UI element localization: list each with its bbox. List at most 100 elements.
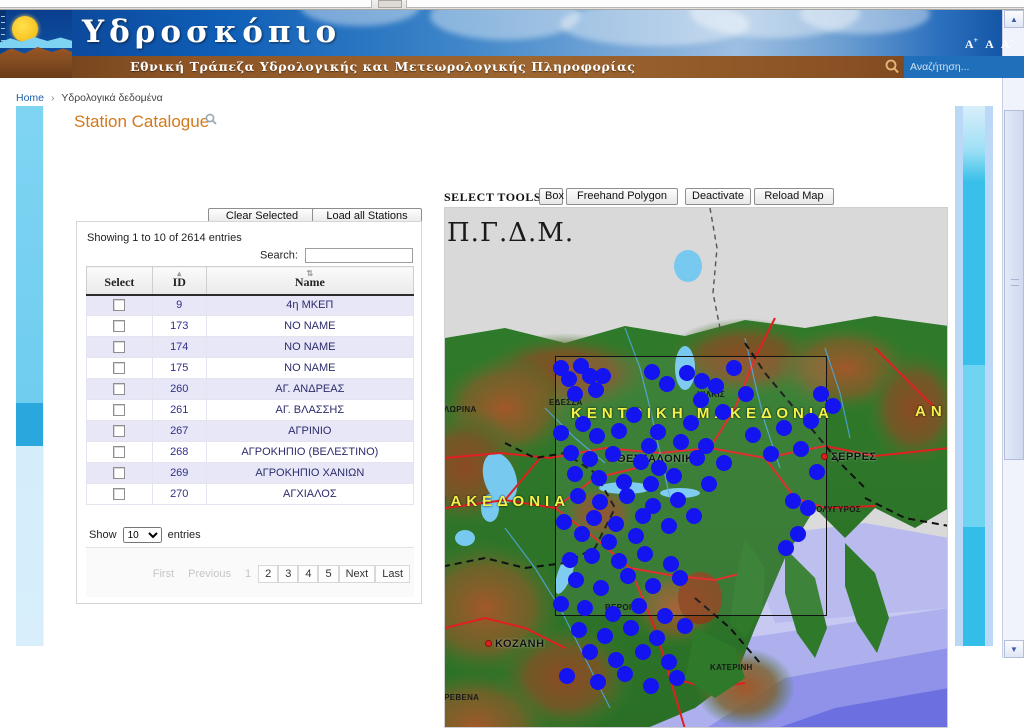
map-station-marker[interactable]: [686, 508, 702, 524]
map-station-marker[interactable]: [643, 678, 659, 694]
font-normal-button[interactable]: A: [985, 37, 994, 52]
map-station-marker[interactable]: [693, 392, 709, 408]
row-select-cell[interactable]: [86, 483, 153, 505]
map-station-marker[interactable]: [617, 666, 633, 682]
map-station-marker[interactable]: [553, 596, 569, 612]
column-header-name[interactable]: ⇅ Name: [205, 266, 415, 296]
map-station-marker[interactable]: [628, 528, 644, 544]
row-select-cell[interactable]: [86, 378, 153, 400]
map-station-marker[interactable]: [584, 548, 600, 564]
pagination-page-5-button[interactable]: 5: [318, 565, 339, 583]
map-station-marker[interactable]: [590, 674, 606, 690]
map-station-marker[interactable]: [645, 578, 661, 594]
table-search-input[interactable]: [305, 248, 413, 263]
row-select-checkbox[interactable]: [113, 299, 126, 312]
map-station-marker[interactable]: [790, 526, 806, 542]
row-select-checkbox[interactable]: [113, 362, 126, 375]
map-station-marker[interactable]: [597, 628, 613, 644]
map-station-marker[interactable]: [659, 376, 675, 392]
table-row[interactable]: 261 ΑΓ. ΒΛΑΣΣΗΣ: [86, 399, 415, 421]
map-station-marker[interactable]: [726, 360, 742, 376]
map-station-marker[interactable]: [608, 516, 624, 532]
select-tool-freehand-polygon-button[interactable]: Freehand Polygon: [566, 188, 678, 205]
map-station-marker[interactable]: [644, 364, 660, 380]
map-station-marker[interactable]: [657, 608, 673, 624]
map-station-marker[interactable]: [763, 446, 779, 462]
map-station-marker[interactable]: [715, 404, 731, 420]
map-station-marker[interactable]: [605, 606, 621, 622]
row-select-checkbox[interactable]: [113, 341, 126, 354]
row-select-checkbox[interactable]: [113, 425, 126, 438]
entries-per-page-select[interactable]: 102550100: [122, 527, 162, 543]
map-station-marker[interactable]: [683, 415, 699, 431]
map-station-marker[interactable]: [708, 378, 724, 394]
row-select-checkbox[interactable]: [113, 467, 126, 480]
select-tool-box-button[interactable]: Box: [539, 188, 564, 205]
map-station-marker[interactable]: [803, 413, 819, 429]
map-station-marker[interactable]: [601, 534, 617, 550]
browser-toolbar-button[interactable]: [378, 0, 402, 8]
map-station-marker[interactable]: [582, 451, 598, 467]
map-station-marker[interactable]: [778, 540, 794, 556]
map-station-marker[interactable]: [626, 407, 642, 423]
row-select-cell[interactable]: [86, 462, 153, 484]
pagination-last-button[interactable]: Last: [375, 565, 410, 583]
table-row[interactable]: 268 ΑΓΡΟΚΗΠΙΟ (ΒΕΛΕΣΤΙΝΟ): [86, 441, 415, 463]
map-station-marker[interactable]: [745, 427, 761, 443]
map-station-marker[interactable]: [574, 526, 590, 542]
row-select-cell[interactable]: [86, 399, 153, 421]
map-station-marker[interactable]: [701, 476, 717, 492]
page-scrollbar[interactable]: ▲ ▼: [1002, 10, 1024, 658]
map-station-marker[interactable]: [633, 454, 649, 470]
pagination-page-3-button[interactable]: 3: [278, 565, 299, 583]
map-station-marker[interactable]: [677, 618, 693, 634]
map-station-marker[interactable]: [738, 386, 754, 402]
map-station-marker[interactable]: [589, 428, 605, 444]
map-station-marker[interactable]: [669, 670, 685, 686]
map-station-marker[interactable]: [637, 546, 653, 562]
title-search-icon[interactable]: [204, 112, 218, 131]
row-select-checkbox[interactable]: [113, 446, 126, 459]
map-station-marker[interactable]: [649, 630, 665, 646]
select-tool-deactivate-button[interactable]: Deactivate: [685, 188, 751, 205]
row-select-checkbox[interactable]: [113, 488, 126, 501]
map-station-marker[interactable]: [611, 423, 627, 439]
map-station-marker[interactable]: [620, 568, 636, 584]
browser-toolbar-strip[interactable]: [406, 0, 1024, 8]
row-select-cell[interactable]: [86, 420, 153, 442]
pagination-next-button[interactable]: Next: [338, 565, 376, 583]
breadcrumb-home-link[interactable]: Home: [16, 92, 44, 104]
map-station-marker[interactable]: [605, 446, 621, 462]
map-station-marker[interactable]: [611, 553, 627, 569]
row-select-cell[interactable]: [86, 441, 153, 463]
map-station-marker[interactable]: [559, 668, 575, 684]
table-row[interactable]: 174 NO NAME: [86, 336, 415, 358]
row-select-checkbox[interactable]: [113, 404, 126, 417]
pagination-page-2-button[interactable]: 2: [258, 565, 279, 583]
map-station-marker[interactable]: [553, 425, 569, 441]
row-select-checkbox[interactable]: [113, 320, 126, 333]
map-station-marker[interactable]: [556, 514, 572, 530]
font-increase-button[interactable]: A+: [965, 36, 978, 52]
map-station-marker[interactable]: [716, 455, 732, 471]
map-station-marker[interactable]: [567, 386, 583, 402]
table-row[interactable]: 267 ΑΓΡΙΝΙΟ: [86, 420, 415, 442]
map-station-marker[interactable]: [672, 570, 688, 586]
table-row[interactable]: 270 ΑΓΧΙΑΛΟΣ: [86, 483, 415, 505]
map-station-marker[interactable]: [793, 441, 809, 457]
scrollbar-thumb[interactable]: [1004, 110, 1024, 460]
map-station-marker[interactable]: [623, 620, 639, 636]
table-row[interactable]: 173 NO NAME: [86, 315, 415, 337]
map-station-marker[interactable]: [561, 371, 577, 387]
map-station-marker[interactable]: [825, 398, 841, 414]
map-station-marker[interactable]: [631, 598, 647, 614]
font-decrease-button[interactable]: A−: [1001, 36, 1014, 52]
map-station-marker[interactable]: [651, 460, 667, 476]
map-station-marker[interactable]: [661, 654, 677, 670]
site-search-box[interactable]: [885, 56, 1024, 78]
search-icon[interactable]: [882, 56, 904, 78]
map-station-marker[interactable]: [592, 494, 608, 510]
scroll-down-arrow-icon[interactable]: ▼: [1004, 640, 1024, 658]
row-select-cell[interactable]: [86, 294, 153, 316]
row-select-cell[interactable]: [86, 315, 153, 337]
